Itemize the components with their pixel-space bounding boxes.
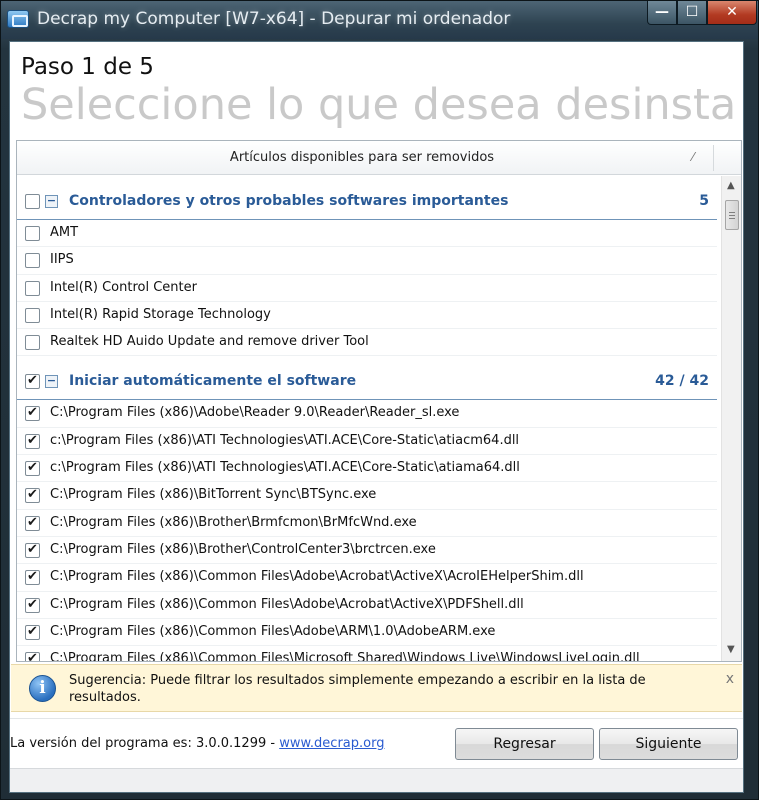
close-button[interactable]: ✕ <box>707 1 757 25</box>
list-item[interactable]: C:\Program Files (x86)\Common Files\Adob… <box>17 619 717 647</box>
list-item[interactable]: Intel(R) Rapid Storage Technology <box>17 302 717 330</box>
page-title: Seleccione lo que desea desinsta <box>21 80 737 130</box>
items-list[interactable]: Artículos disponibles para ser removidos… <box>16 140 742 662</box>
list-item[interactable]: C:\Program Files (x86)\Common Files\Adob… <box>17 592 717 619</box>
website-link[interactable]: www.decrap.org <box>279 736 384 751</box>
item-checkbox[interactable] <box>25 460 40 477</box>
hint-close-icon[interactable]: x <box>726 671 734 687</box>
item-checkbox[interactable] <box>25 542 40 558</box>
item-checkbox[interactable] <box>25 433 40 449</box>
item-checkbox[interactable] <box>25 307 40 323</box>
item-checkbox[interactable] <box>25 651 40 661</box>
list-item[interactable]: C:\Program Files (x86)\Adobe\Reader 9.0\… <box>17 400 717 428</box>
list-item[interactable]: C:\Program Files (x86)\BitTorrent Sync\B… <box>17 482 717 510</box>
group-label: Controladores y otros probables software… <box>69 193 509 209</box>
item-checkbox[interactable] <box>25 253 40 269</box>
item-label: Realtek HD Auido Update and remove drive… <box>50 334 369 350</box>
next-button[interactable]: Siguiente <box>599 728 738 760</box>
group-label: Iniciar automáticamente el software <box>69 373 357 390</box>
scrollbar-thumb[interactable] <box>725 200 739 230</box>
column-header-label: Artículos disponibles para ser removidos <box>229 150 495 165</box>
window-controls: — ☐ ✕ <box>647 1 757 25</box>
group-checkbox[interactable] <box>25 194 40 209</box>
item-checkbox[interactable] <box>25 280 40 296</box>
item-checkbox[interactable] <box>25 597 40 613</box>
info-icon: i <box>29 675 56 702</box>
footer-divider <box>10 718 743 719</box>
item-label: C:\Program Files (x86)\BitTorrent Sync\B… <box>50 487 377 503</box>
grip-line <box>729 212 735 213</box>
minimize-button[interactable]: — <box>647 1 677 25</box>
list-item[interactable]: C:\Program Files (x86)\Common Files\Adob… <box>17 564 717 592</box>
version-label: La versión del programa es: 3.0.0.1299 -… <box>10 736 384 751</box>
app-window: Decrap my Computer [W7-x64] - Depurar mi… <box>0 0 759 800</box>
version-text: La versión del programa es: 3.0.0.1299 - <box>10 736 280 751</box>
collapse-icon[interactable]: − <box>45 195 58 208</box>
item-label: C:\Program Files (x86)\Brother\ControlCe… <box>50 541 436 557</box>
item-label: c:\Program Files (x86)\ATI Technologies\… <box>50 460 520 476</box>
item-checkbox[interactable] <box>25 335 40 351</box>
list-item[interactable]: c:\Program Files (x86)\ATI Technologies\… <box>17 455 717 483</box>
group-header[interactable]: − Controladores y otros probables softwar… <box>17 176 717 220</box>
item-label: C:\Program Files (x86)\Common Files\Adob… <box>50 623 496 639</box>
item-checkbox[interactable] <box>25 569 40 586</box>
item-label: Intel(R) Rapid Storage Technology <box>50 306 271 322</box>
collapse-icon[interactable]: − <box>45 375 58 389</box>
item-checkbox[interactable] <box>25 624 40 640</box>
list-item[interactable]: Intel(R) Control Center <box>17 275 717 302</box>
hint-text: Sugerencia: Puede filtrar los resultados… <box>69 673 646 705</box>
item-label: C:\Program Files (x86)\Adobe\Reader 9.0\… <box>50 405 460 421</box>
item-checkbox[interactable] <box>25 226 40 241</box>
item-checkbox[interactable] <box>25 515 40 531</box>
list-column-header[interactable]: Artículos disponibles para ser removidos… <box>17 141 741 175</box>
list-item[interactable]: C:\Program Files (x86)\Common Files\Micr… <box>17 646 717 661</box>
status-bar <box>10 768 743 792</box>
window-title: Decrap my Computer [W7-x64] - Depurar mi… <box>37 9 511 29</box>
grip-line <box>729 215 735 216</box>
sort-icon: ⁄ <box>692 150 695 164</box>
column-separator <box>713 145 714 171</box>
item-label: AMT <box>50 225 79 240</box>
client-area: Paso 1 de 5 Seleccione lo que desea desi… <box>9 41 744 793</box>
group-header[interactable]: −Iniciar automáticamente el software 42 /… <box>17 356 717 401</box>
grip-line <box>729 218 735 219</box>
group-count: 5 <box>699 193 709 209</box>
item-label: C:\Program Files (x86)\Brother\Brmfcmon\… <box>50 514 417 530</box>
step-label: Paso 1 de 5 <box>21 54 154 80</box>
item-checkbox[interactable] <box>25 487 40 504</box>
item-label: C:\Program Files (x86)\Common Files\Adob… <box>50 569 584 585</box>
list-item[interactable]: C:\Program Files (x86)\Brother\ControlCe… <box>17 537 717 565</box>
scroll-down-icon[interactable]: ▼ <box>727 644 735 655</box>
list-item[interactable]: Realtek HD Auido Update and remove drive… <box>17 329 717 357</box>
vertical-scrollbar[interactable]: ▲ ▼ <box>721 176 741 661</box>
hint-bar: i Sugerencia: Puede filtrar los resultad… <box>11 664 742 712</box>
list-item[interactable]: c:\Program Files (x86)\ATI Technologies\… <box>17 428 717 456</box>
scroll-up-icon[interactable]: ▲ <box>727 180 735 191</box>
group-count: 42 / 42 <box>655 373 709 390</box>
item-label: C:\Program Files (x86)\Common Files\Adob… <box>50 596 524 612</box>
item-checkbox[interactable] <box>25 405 40 422</box>
group-checkbox[interactable] <box>25 373 40 390</box>
item-label: C:\Program Files (x86)\Common Files\Micr… <box>50 651 640 661</box>
list-item[interactable]: IIPS <box>17 247 717 275</box>
list-item[interactable]: C:\Program Files (x86)\Brother\Brmfcmon\… <box>17 510 717 537</box>
item-label: c:\Program Files (x86)\ATI Technologies\… <box>50 432 520 448</box>
item-label: Intel(R) Control Center <box>50 279 197 295</box>
back-button[interactable]: Regresar <box>455 728 594 760</box>
item-label: IIPS <box>50 252 74 268</box>
list-rows: − Controladores y otros probables softwar… <box>17 176 717 661</box>
app-icon[interactable] <box>7 10 29 28</box>
title-bar[interactable]: Decrap my Computer [W7-x64] - Depurar mi… <box>1 1 758 39</box>
maximize-button[interactable]: ☐ <box>677 1 707 25</box>
list-item[interactable]: AMT <box>17 220 717 248</box>
